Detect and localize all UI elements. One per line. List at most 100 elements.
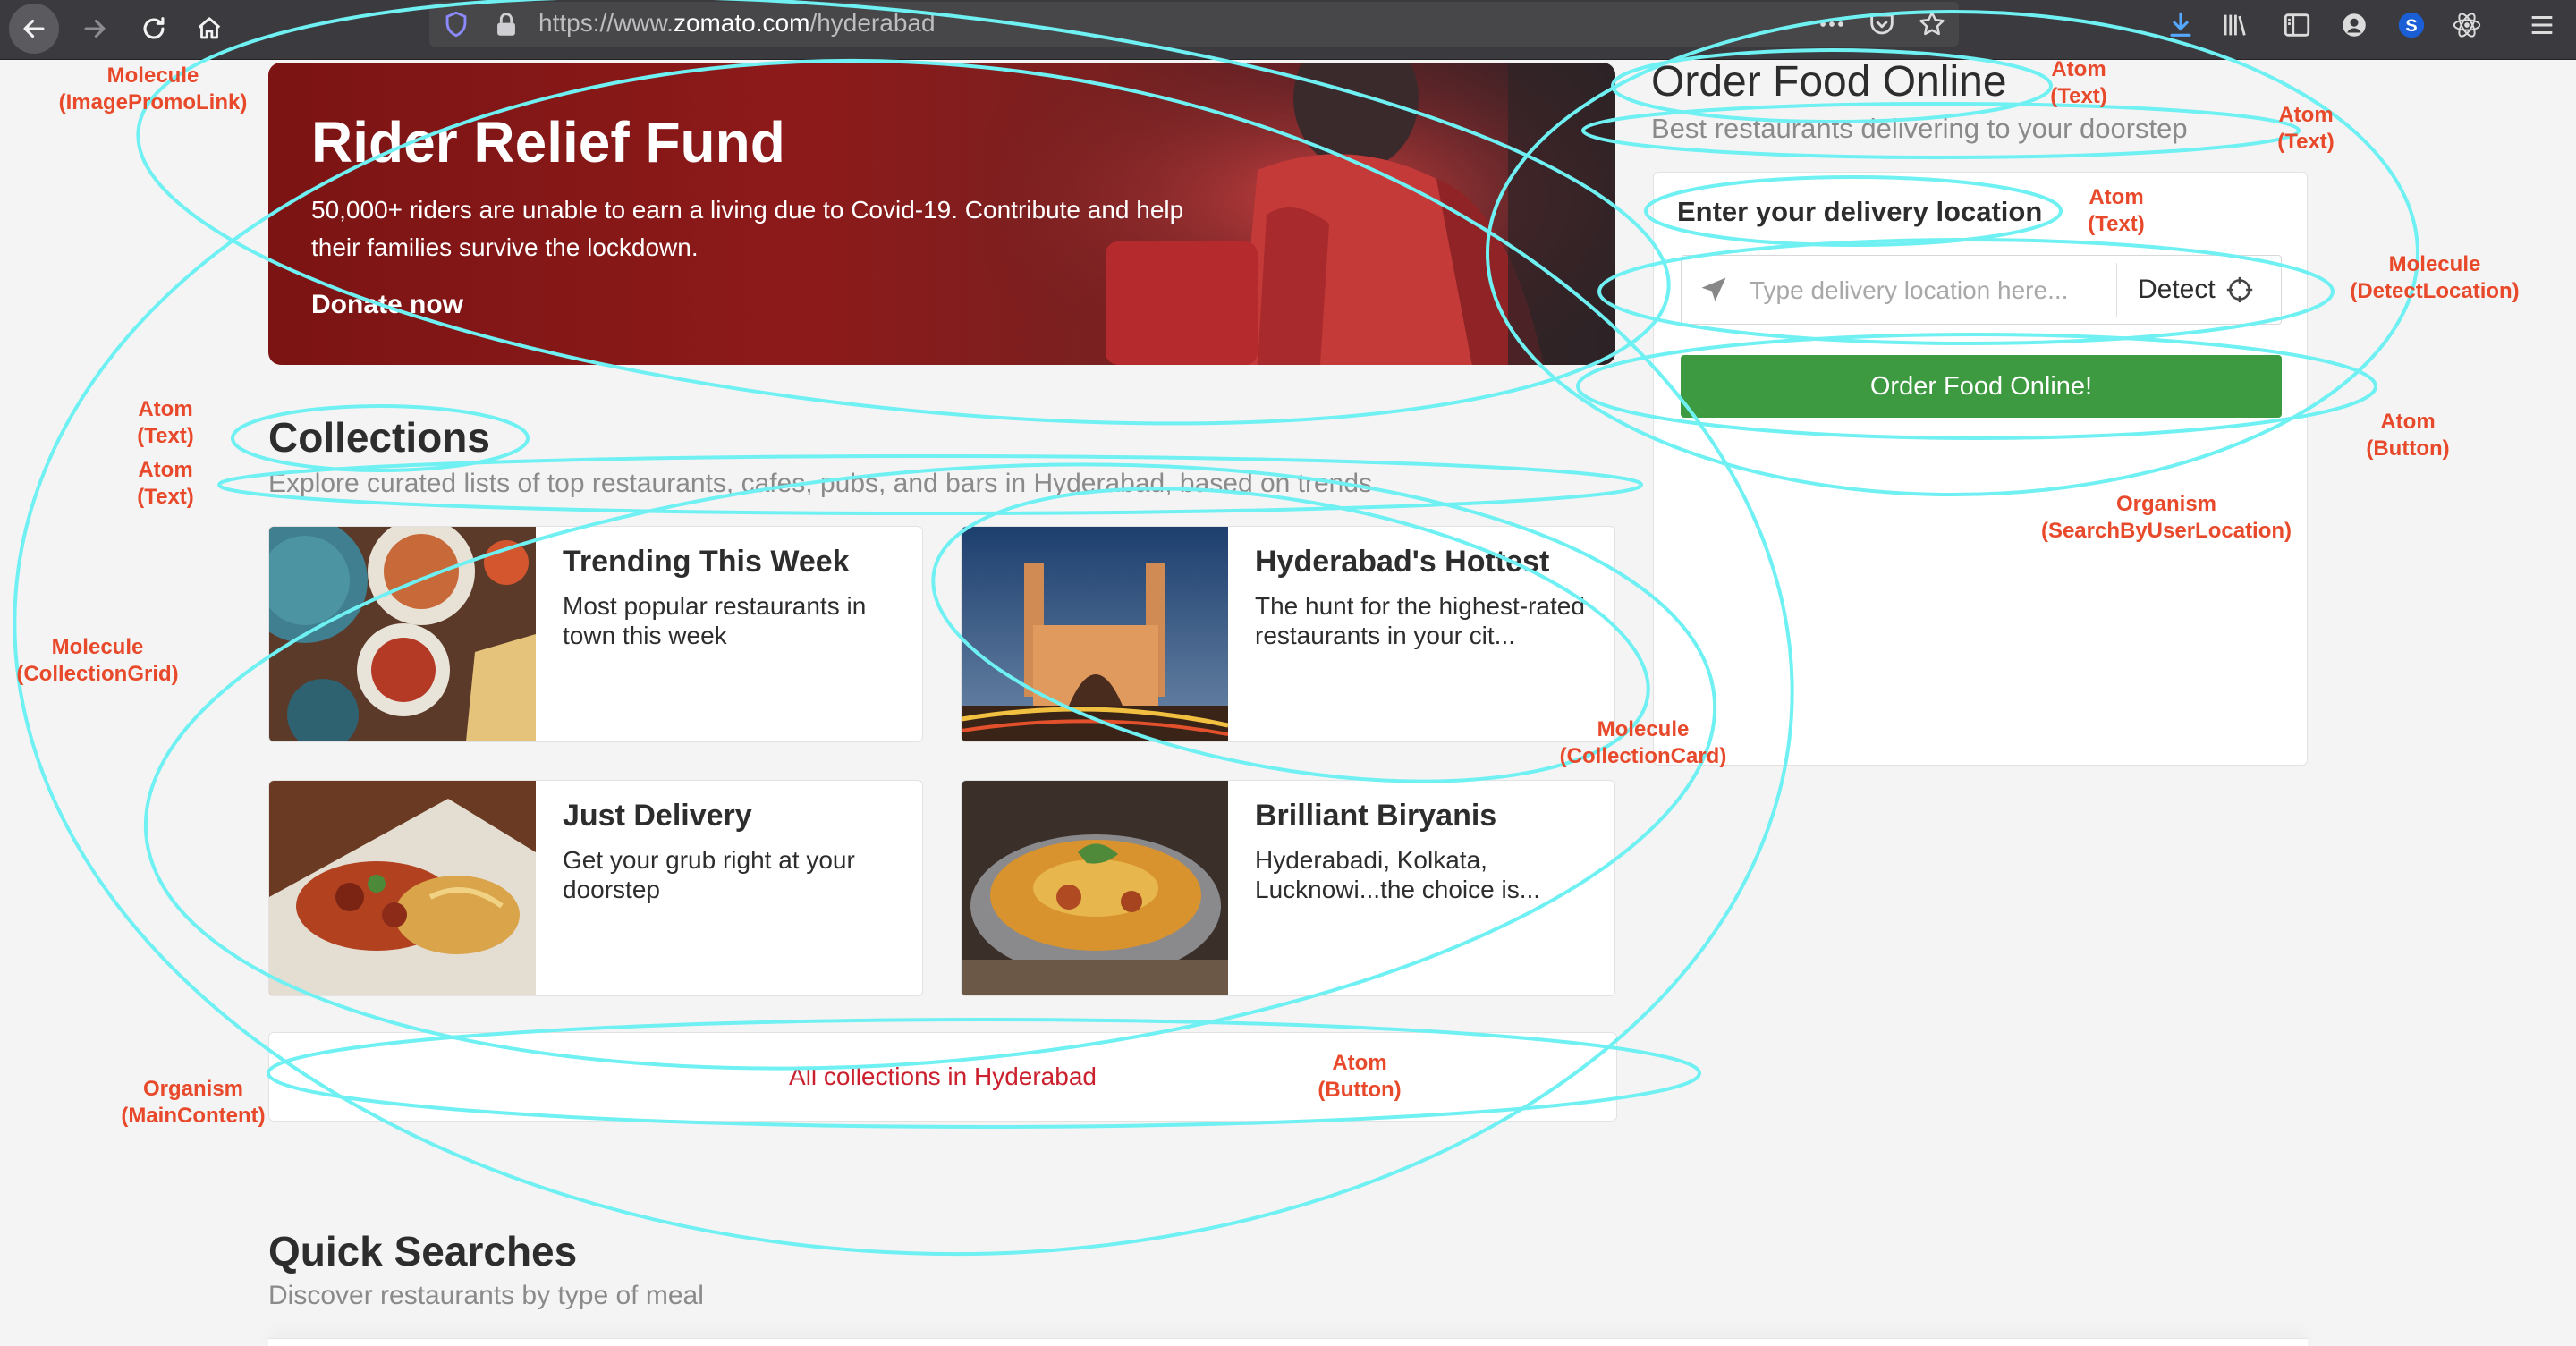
url-path: /hyderabad: [809, 9, 936, 37]
annotation-type: (DetectLocation): [2350, 279, 2520, 303]
annotation-kind: Molecule: [1597, 717, 1690, 741]
collection-card-delivery[interactable]: Just Delivery Get your grub right at you…: [268, 780, 923, 996]
promo-title: Rider Relief Fund: [311, 110, 785, 174]
account-icon[interactable]: [2336, 7, 2372, 43]
browser-toolbar: https://www.zomato.com/hyderabad S: [0, 0, 2576, 60]
annotation-all-button: Atom (Button): [1318, 1050, 1401, 1104]
divider: [2116, 263, 2117, 317]
collections-subtitle: Explore curated lists of top restaurants…: [268, 469, 1373, 498]
home-button[interactable]: [184, 4, 234, 54]
address-bar[interactable]: https://www.zomato.com/hyderabad: [429, 2, 1959, 47]
noodles-image: [269, 781, 536, 995]
arrow-left-icon: [23, 19, 45, 38]
detect-location-button[interactable]: Detect: [2129, 256, 2281, 324]
order-food-title: Order Food Online: [1651, 58, 2007, 106]
card-description: Most popular restaurants in town this we…: [563, 592, 867, 649]
collection-card-trending[interactable]: Trending This Week Most popular restaura…: [268, 526, 923, 742]
delivery-location-label: Enter your delivery location: [1677, 196, 2043, 227]
back-button[interactable]: [9, 4, 59, 54]
annotation-kind: Organism: [2115, 492, 2217, 516]
more-icon[interactable]: [1814, 6, 1850, 42]
annotation-kind: Molecule: [106, 63, 199, 88]
reload-button[interactable]: [129, 4, 179, 54]
annotation-collections-title: Atom (Text): [137, 396, 194, 450]
crosshair-icon: [2226, 276, 2252, 303]
library-icon[interactable]: [2216, 7, 2252, 43]
promo-description: 50,000+ riders are unable to earn a livi…: [311, 196, 1184, 261]
annotation-type: (CollectionCard): [1559, 744, 1727, 768]
svg-text:S: S: [2405, 16, 2417, 36]
shield-icon[interactable]: [438, 6, 474, 42]
collections-title: Collections: [268, 414, 490, 461]
annotation-promo-link: Molecule (ImagePromoLink): [59, 63, 248, 116]
annotation-detect-location: Molecule (DetectLocation): [2350, 251, 2519, 305]
card-title: Trending This Week: [563, 545, 850, 579]
pocket-icon[interactable]: [1864, 6, 1900, 42]
annotation-collection-card: Molecule (CollectionCard): [1560, 716, 1727, 770]
annotation-type: (CollectionGrid): [16, 662, 179, 686]
order-food-online-button[interactable]: Order Food Online!: [1681, 355, 2282, 418]
annotation-type: (Button): [2366, 436, 2450, 461]
annotation-order-title: Atom (Text): [2050, 56, 2107, 110]
annotation-kind: Atom: [2051, 57, 2106, 81]
card-title: Brilliant Biryanis: [1255, 799, 1497, 833]
lock-icon: [488, 6, 524, 42]
star-icon[interactable]: [1914, 6, 1950, 42]
annotation-kind: Atom: [2089, 185, 2144, 209]
s-extension-icon[interactable]: S: [2394, 7, 2429, 43]
search-by-location-panel: Enter your delivery location Detect Orde…: [1653, 172, 2308, 766]
annotation-kind: Atom: [138, 458, 193, 482]
annotation-type: (MainContent): [121, 1104, 266, 1128]
rider-relief-promo-link[interactable]: Rider Relief Fund 50,000+ riders are una…: [268, 63, 1615, 365]
delivery-location-input[interactable]: [1748, 268, 2109, 313]
annotation-kind: Molecule: [2388, 252, 2481, 276]
trending-food-image: [269, 527, 536, 741]
forward-button[interactable]: [70, 4, 120, 54]
annotation-type: (Text): [2277, 130, 2334, 154]
annotation-type: (ImagePromoLink): [58, 90, 248, 114]
order-food-subtitle: Best restaurants delivering to your door…: [1651, 113, 2188, 144]
annotation-type: (Text): [2050, 84, 2107, 108]
annotation-kind: Atom: [138, 397, 193, 421]
collection-grid-ellipse: [143, 462, 1717, 1071]
reload-icon: [143, 17, 165, 39]
arrow-right-icon: [84, 19, 106, 38]
navigation-arrow-icon: [1701, 277, 1726, 301]
download-icon[interactable]: [2163, 7, 2199, 43]
annotation-collection-grid: Molecule (CollectionGrid): [16, 634, 178, 688]
url-text[interactable]: https://www.zomato.com/hyderabad: [538, 9, 936, 38]
annotation-order-button: Atom (Button): [2366, 409, 2449, 462]
card-title: Just Delivery: [563, 799, 752, 833]
hamburger-menu-icon[interactable]: [2524, 7, 2560, 43]
sidebar-icon[interactable]: [2279, 7, 2315, 43]
annotation-order-subtitle: Atom (Text): [2277, 102, 2334, 156]
annotation-type: (Button): [1318, 1078, 1402, 1102]
collection-card-hottest[interactable]: Hyderabad's Hottest The hunt for the hig…: [961, 526, 1615, 742]
annotation-kind: Organism: [142, 1077, 244, 1101]
annotation-type: (SearchByUserLocation): [2040, 519, 2292, 543]
biryani-image: [962, 781, 1228, 995]
quick-searches-title: Quick Searches: [268, 1228, 578, 1274]
quick-searches-subtitle: Discover restaurants by type of meal: [268, 1281, 704, 1310]
annotation-type: (Text): [2088, 212, 2145, 236]
annotation-collections-subtitle: Atom (Text): [137, 457, 194, 511]
home-icon: [198, 17, 221, 39]
collection-card-biryanis[interactable]: Brilliant Biryanis Hyderabadi, Kolkata, …: [961, 780, 1615, 996]
annotation-location-label: Atom (Text): [2088, 184, 2145, 238]
annotation-kind: Atom: [2380, 410, 2436, 434]
all-collections-button[interactable]: All collections in Hyderabad: [268, 1032, 1617, 1122]
annotation-type: (Text): [137, 424, 194, 448]
donate-now-link[interactable]: Donate now: [311, 290, 463, 320]
detect-label: Detect: [2138, 275, 2216, 304]
detect-location-box: Detect: [1681, 255, 2282, 325]
url-prefix: https://www.: [538, 9, 674, 37]
card-description: Get your grub right at your doorstep: [563, 846, 855, 903]
annotation-search-by-location: Organism (SearchByUserLocation): [2041, 491, 2292, 545]
card-description: The hunt for the highest-rated restauran…: [1255, 592, 1585, 649]
url-domain: zomato.com: [673, 9, 810, 37]
annotation-kind: Atom: [1332, 1051, 1387, 1075]
card-title: Hyderabad's Hottest: [1255, 545, 1550, 579]
annotation-kind: Molecule: [51, 635, 144, 659]
react-devtools-icon[interactable]: [2449, 7, 2485, 43]
card-description: Hyderabadi, Kolkata, Lucknowi...the choi…: [1255, 846, 1541, 903]
